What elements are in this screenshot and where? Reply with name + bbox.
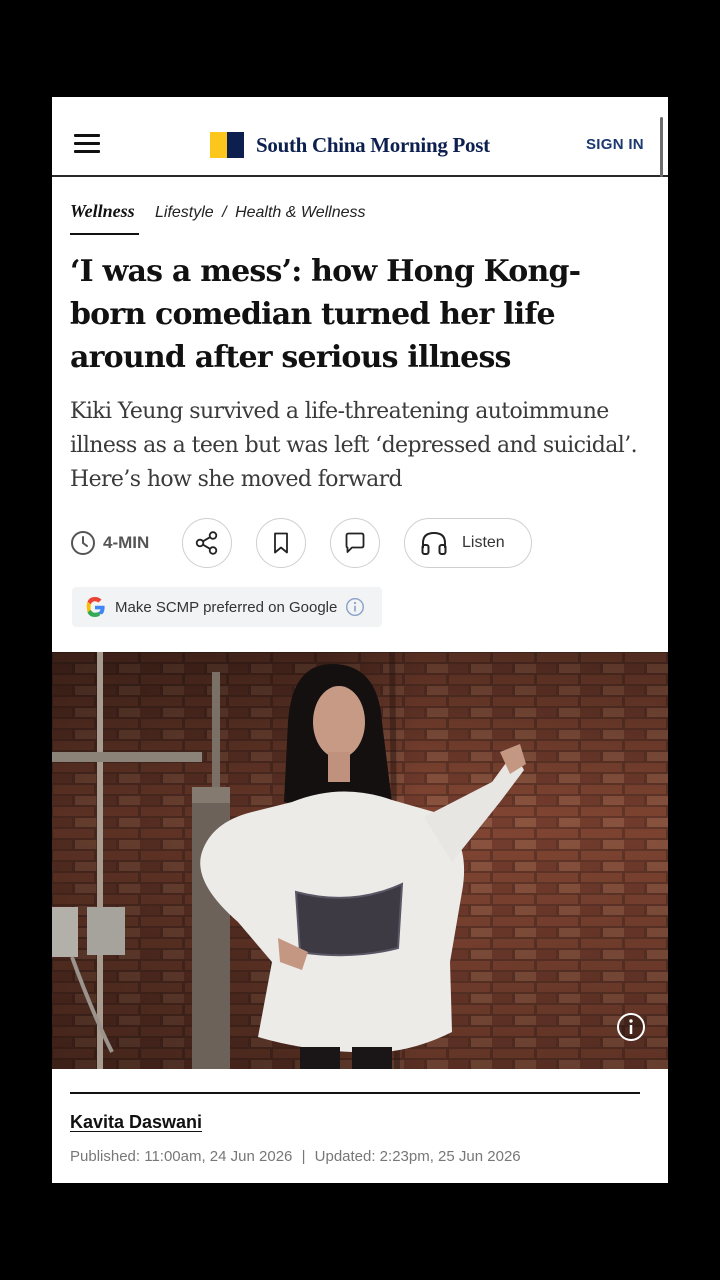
bookmark-button[interactable]: [256, 518, 306, 568]
comment-button[interactable]: [330, 518, 380, 568]
updated-date: Updated: 2:23pm, 25 Jun 2026: [314, 1148, 521, 1165]
share-button[interactable]: [182, 518, 232, 568]
read-time: 4-MIN: [70, 530, 149, 556]
site-logo[interactable]: South China Morning Post: [210, 131, 490, 159]
google-preferred-source-button[interactable]: Make SCMP preferred on Google: [72, 587, 382, 627]
site-logo-text: South China Morning Post: [256, 132, 490, 157]
scmp-logo-mark: [210, 132, 244, 158]
publish-dates: Published: 11:00am, 24 Jun 2026 | Update…: [70, 1148, 521, 1165]
breadcrumb: Lifestyle / Health & Wellness: [155, 204, 366, 222]
headphones-icon: [421, 531, 447, 555]
comment-icon: [345, 532, 365, 553]
site-header: South China Morning Post SIGN IN: [52, 97, 668, 177]
info-icon[interactable]: [345, 597, 365, 617]
bookmark-icon: [274, 532, 288, 554]
hero-photo: [52, 652, 668, 1069]
section-underline: [70, 233, 139, 235]
breadcrumb-item-lifestyle[interactable]: Lifestyle: [155, 204, 214, 221]
author-link[interactable]: Kavita Daswani: [70, 1112, 202, 1133]
breadcrumb-item-health-wellness[interactable]: Health & Wellness: [235, 204, 365, 221]
hero-image: [52, 652, 668, 1069]
hamburger-menu-icon[interactable]: [72, 131, 102, 157]
date-separator: |: [301, 1148, 306, 1165]
read-time-label: 4-MIN: [103, 533, 150, 552]
listen-label: Listen: [462, 534, 505, 551]
article-headline: ‘I was a mess’: how Hong Kong-born comed…: [70, 254, 581, 375]
article-page: South China Morning Post SIGN IN Wellnes…: [52, 97, 668, 1183]
article-subheadline: Kiki Yeung survived a life-threatening a…: [70, 399, 638, 492]
share-icon: [195, 531, 218, 555]
google-g-icon: [86, 597, 105, 617]
google-preferred-label: Make SCMP preferred on Google: [115, 598, 338, 616]
sign-in-button[interactable]: SIGN IN: [586, 136, 644, 153]
section-link-wellness[interactable]: Wellness: [70, 201, 135, 222]
published-date: Published: 11:00am, 24 Jun 2026: [70, 1148, 293, 1165]
breadcrumb-separator: /: [222, 204, 227, 221]
byline-divider: [70, 1092, 640, 1094]
clock-icon: [71, 531, 95, 555]
listen-button[interactable]: Listen: [404, 518, 532, 568]
scrollbar[interactable]: [660, 117, 663, 177]
info-icon[interactable]: [616, 1012, 646, 1042]
